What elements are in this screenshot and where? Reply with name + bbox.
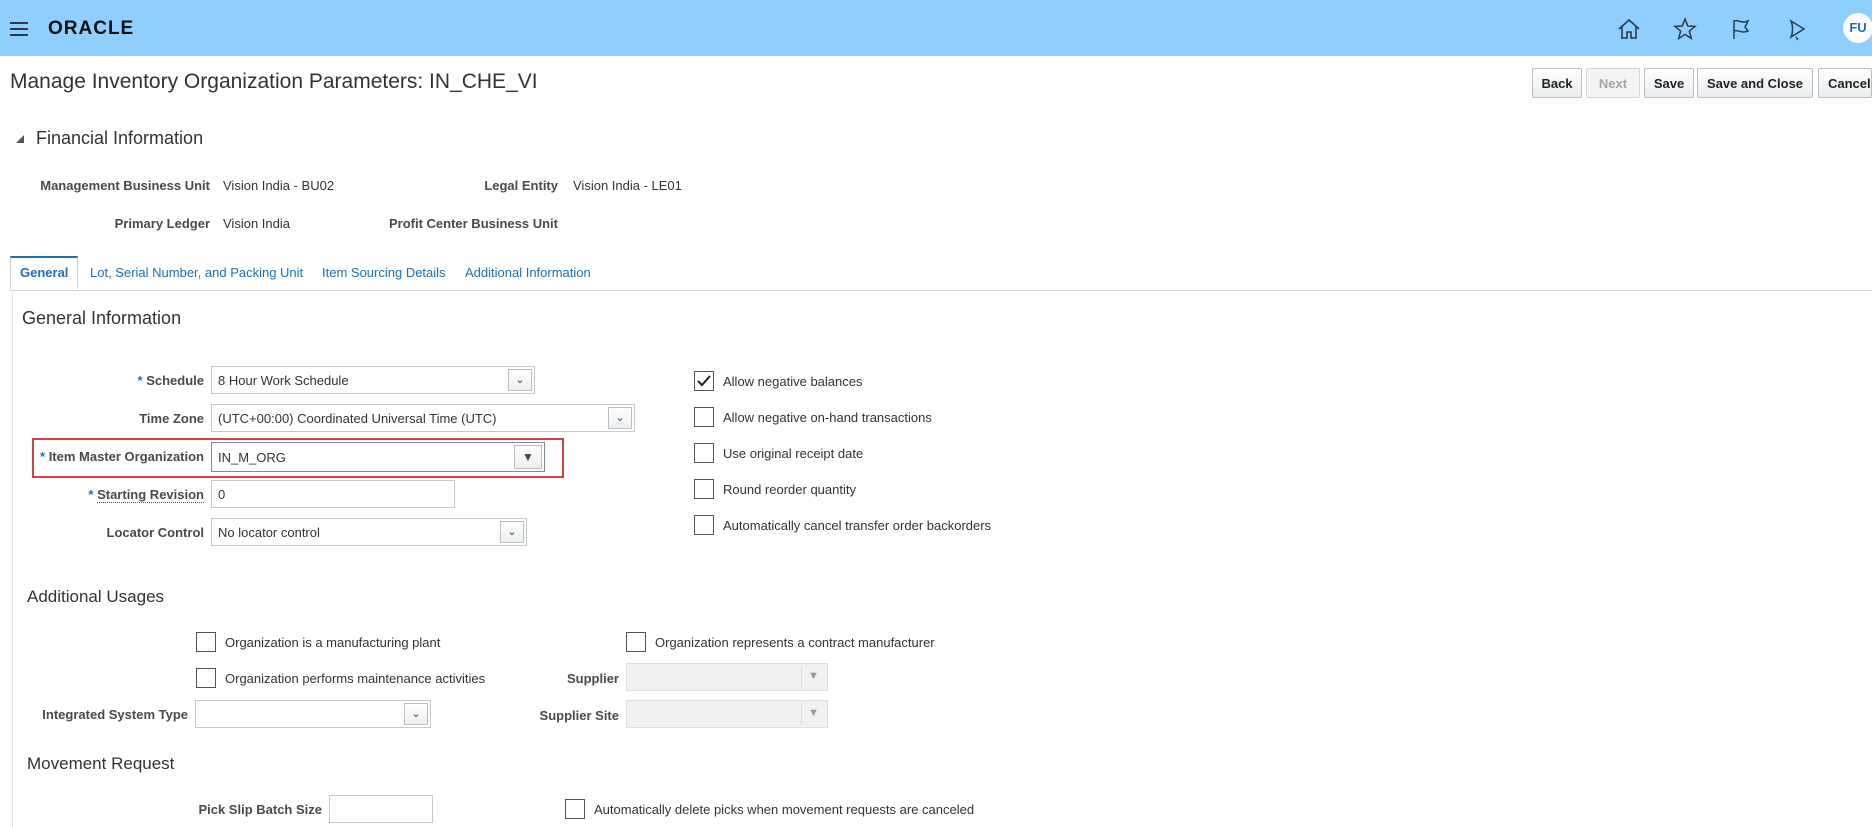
supplier-site-select[interactable]: ▼ (626, 700, 828, 728)
item-master-org-label-text: Item Master Organization (48, 449, 204, 464)
item-master-org-select[interactable]: IN_M_ORG ▼ (211, 442, 545, 472)
locator-control-select[interactable]: No locator control ⌄ (211, 518, 527, 546)
starting-revision-label: * Starting Revision (40, 487, 204, 503)
allow-negative-balances-label: Allow negative balances (723, 374, 863, 389)
oracle-logo[interactable]: ORACLE (48, 18, 134, 40)
flag-icon[interactable] (1728, 16, 1754, 42)
financial-info-heading[interactable]: Financial Information (36, 128, 203, 149)
general-info-heading: General Information (22, 308, 182, 328)
locator-control-value: No locator control (218, 525, 320, 540)
required-mark: * (40, 449, 46, 464)
tab-lot-serial[interactable]: Lot, Serial Number, and Packing Unit (90, 265, 303, 280)
legal-entity-label: Legal Entity (484, 178, 558, 193)
integrated-system-type-select[interactable]: ⌄ (195, 700, 431, 728)
use-original-receipt-date-checkbox[interactable] (694, 443, 714, 463)
maintenance-checkbox[interactable] (196, 668, 216, 688)
mbu-label: Management Business Unit (40, 178, 210, 193)
chevron-down-icon[interactable]: ⌄ (508, 369, 532, 391)
pick-slip-batch-size-label: Pick Slip Batch Size (198, 802, 322, 817)
cancel-button[interactable]: Cancel (1818, 68, 1872, 98)
manufacturing-plant-label: Organization is a manufacturing plant (225, 635, 441, 650)
contract-manufacturer-checkbox[interactable] (626, 632, 646, 652)
round-reorder-quantity-label: Round reorder quantity (723, 482, 856, 497)
allow-negative-onhand-label: Allow negative on-hand transactions (723, 410, 932, 425)
movement-request-heading: Movement Request (27, 754, 175, 773)
next-button[interactable]: Next (1586, 68, 1640, 98)
manufacturing-plant-checkbox[interactable] (196, 632, 216, 652)
save-button[interactable]: Save (1644, 68, 1694, 98)
user-avatar[interactable]: FU (1843, 13, 1872, 43)
required-mark: * (88, 487, 94, 502)
allow-negative-balances-checkbox[interactable] (694, 371, 714, 391)
profit-center-bu-label: Profit Center Business Unit (388, 216, 558, 231)
item-master-org-label: * Item Master Organization (34, 449, 204, 464)
global-header: ORACLE FU (0, 0, 1872, 56)
page-title: Manage Inventory Organization Parameters… (10, 70, 538, 93)
legal-entity-value: Vision India - LE01 (573, 178, 682, 193)
tab-general[interactable]: General (20, 265, 68, 280)
round-reorder-quantity-checkbox[interactable] (694, 479, 714, 499)
supplier-site-label: Supplier Site (539, 708, 619, 723)
additional-usages-heading: Additional Usages (27, 587, 165, 606)
chevron-down-icon[interactable]: ⌄ (500, 521, 524, 543)
dropdown-triangle-icon[interactable]: ▼ (801, 666, 825, 688)
contract-manufacturer-label: Organization represents a contract manuf… (655, 635, 935, 650)
integrated-system-type-label: Integrated System Type (42, 707, 188, 722)
dropdown-triangle-icon[interactable]: ▼ (514, 445, 542, 469)
supplier-label: Supplier (566, 671, 619, 686)
auto-cancel-backorders-label: Automatically cancel transfer order back… (723, 518, 992, 533)
time-zone-select[interactable]: (UTC+00:00) Coordinated Universal Time (… (211, 404, 635, 432)
collapse-triangle-icon[interactable] (14, 133, 26, 145)
tab-item-sourcing[interactable]: Item Sourcing Details (322, 265, 446, 280)
use-original-receipt-date-label: Use original receipt date (723, 446, 864, 461)
locator-control-label: Locator Control (106, 525, 205, 540)
content-left-rule (12, 290, 13, 827)
item-master-org-value[interactable]: IN_M_ORG (218, 450, 286, 465)
schedule-label-text: Schedule (146, 373, 204, 388)
allow-negative-onhand-checkbox[interactable] (694, 407, 714, 427)
primary-ledger-value: Vision India (223, 216, 290, 231)
starting-revision-label-text: Starting Revision (97, 487, 204, 503)
bell-icon[interactable] (1784, 16, 1810, 42)
pick-slip-batch-size-input[interactable] (329, 795, 433, 823)
dropdown-triangle-icon[interactable]: ▼ (801, 703, 825, 725)
star-icon[interactable] (1672, 16, 1698, 42)
mbu-value: Vision India - BU02 (223, 178, 335, 193)
save-and-close-button[interactable]: Save and Close (1697, 68, 1813, 98)
menu-icon[interactable] (10, 22, 28, 36)
maintenance-label: Organization performs maintenance activi… (225, 671, 486, 686)
starting-revision-input[interactable]: 0 (211, 480, 455, 508)
schedule-select[interactable]: 8 Hour Work Schedule ⌄ (211, 366, 535, 394)
tab-additional-info[interactable]: Additional Information (465, 265, 591, 280)
time-zone-value: (UTC+00:00) Coordinated Universal Time (… (218, 411, 497, 426)
schedule-label: * Schedule (40, 373, 204, 388)
time-zone-label: Time Zone (139, 411, 204, 426)
home-icon[interactable] (1616, 16, 1642, 42)
auto-delete-picks-label: Automatically delete picks when movement… (594, 802, 975, 817)
supplier-select[interactable]: ▼ (626, 663, 828, 691)
required-mark: * (137, 373, 143, 388)
auto-cancel-backorders-checkbox[interactable] (694, 515, 714, 535)
back-button[interactable]: Back (1532, 68, 1582, 98)
auto-delete-picks-checkbox[interactable] (565, 799, 585, 819)
chevron-down-icon[interactable]: ⌄ (608, 407, 632, 429)
schedule-value: 8 Hour Work Schedule (218, 373, 349, 388)
chevron-down-icon[interactable]: ⌄ (404, 703, 428, 725)
primary-ledger-label: Primary Ledger (114, 216, 210, 231)
checkmark-icon (697, 375, 711, 387)
